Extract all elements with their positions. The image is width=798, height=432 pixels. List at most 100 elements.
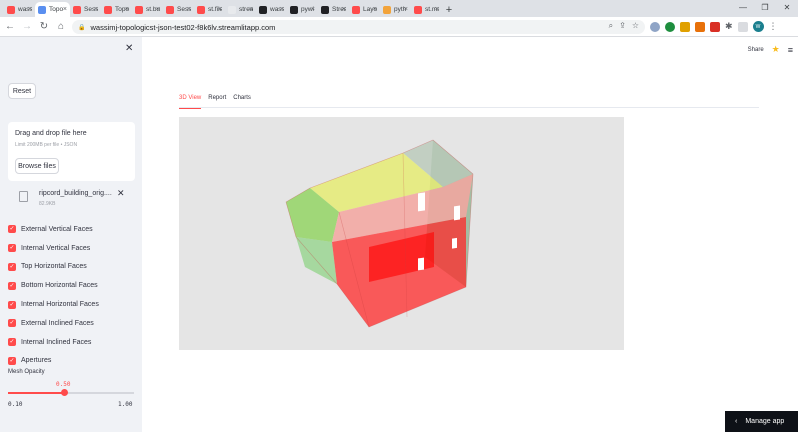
maximize-button[interactable]: ❐ bbox=[754, 0, 776, 14]
home-button[interactable]: ⌂ bbox=[54, 20, 68, 34]
browser-tab[interactable]: wass × bbox=[256, 2, 287, 17]
tab-report[interactable]: Report bbox=[208, 95, 226, 108]
uploaded-file-row: ripcord_building_orig.... 82.9KB ✕ bbox=[16, 187, 136, 209]
browser-tab[interactable]: pyth × bbox=[380, 2, 411, 17]
close-tab-icon[interactable]: × bbox=[187, 6, 191, 13]
share-icon[interactable]: ⇪ bbox=[619, 21, 626, 31]
manage-app-label: Manage app bbox=[745, 418, 785, 425]
browser-tab[interactable]: Sess × bbox=[70, 2, 101, 17]
face-checkbox[interactable]: ✓ Apertures bbox=[8, 352, 99, 371]
browser-tab[interactable]: Sess × bbox=[163, 2, 194, 17]
close-sidebar-icon[interactable]: ✕ bbox=[125, 43, 133, 54]
omnibox-actions: ⌕ ⇪ ☆ bbox=[609, 21, 639, 31]
slider-value: 0.50 bbox=[56, 381, 71, 388]
profile-avatar[interactable]: W bbox=[752, 21, 764, 32]
extension-fox-icon[interactable] bbox=[695, 21, 705, 32]
streamlit-icon bbox=[104, 5, 112, 14]
close-window-button[interactable]: ✕ bbox=[776, 0, 798, 14]
browser-tab[interactable]: Topo × bbox=[35, 2, 70, 17]
close-tab-icon[interactable]: × bbox=[63, 6, 67, 13]
browser-tab[interactable]: st.file × bbox=[194, 2, 225, 17]
browser-tab[interactable]: st.ma× bbox=[411, 2, 442, 17]
building-model bbox=[285, 139, 474, 328]
close-tab-icon[interactable]: × bbox=[156, 6, 160, 13]
page-icon bbox=[38, 5, 46, 14]
close-tab-icon[interactable]: × bbox=[373, 6, 377, 13]
browser-tab[interactable]: strea × bbox=[225, 2, 256, 17]
slider-label: Mesh Opacity bbox=[8, 369, 45, 375]
checkbox-label: External Vertical Faces bbox=[21, 225, 93, 233]
face-checkbox[interactable]: ✓ Internal Horizontal Faces bbox=[8, 295, 99, 314]
minimize-button[interactable]: — bbox=[732, 0, 754, 14]
file-size: 82.9KB bbox=[39, 201, 56, 207]
close-tab-icon[interactable]: × bbox=[404, 6, 408, 13]
browser-toolbar: ← → ↻ ⌂ 🔒 wassimj-topologicst-json-test0… bbox=[0, 17, 798, 37]
browser-tab[interactable]: Strea × bbox=[318, 2, 349, 17]
face-checkbox[interactable]: ✓ Internal Inclined Faces bbox=[8, 333, 99, 352]
chevron-left-icon: ‹ bbox=[735, 418, 738, 425]
remove-file-icon[interactable]: ✕ bbox=[117, 188, 125, 199]
face-checkbox[interactable]: ✓ External Inclined Faces bbox=[8, 314, 99, 333]
close-tab-icon[interactable]: × bbox=[94, 6, 98, 13]
manage-app-button[interactable]: ‹ Manage app bbox=[725, 411, 798, 432]
extensions-puzzle-icon[interactable]: ✱ bbox=[725, 21, 733, 32]
bookmark-star-icon[interactable]: ☆ bbox=[632, 21, 639, 31]
close-tab-icon[interactable]: × bbox=[28, 6, 32, 13]
extension-square-icon[interactable] bbox=[737, 21, 748, 32]
close-tab-icon[interactable]: × bbox=[280, 6, 284, 13]
opacity-slider[interactable] bbox=[8, 389, 134, 396]
extension-globe-icon[interactable] bbox=[650, 21, 660, 32]
checkbox-checked-icon[interactable]: ✓ bbox=[8, 244, 16, 253]
extension-pdf-icon[interactable] bbox=[710, 21, 720, 32]
close-tab-icon[interactable]: × bbox=[342, 6, 346, 13]
browser-menu-icon[interactable]: ⋮ bbox=[769, 21, 778, 32]
browser-tab[interactable]: Layo × bbox=[349, 2, 380, 17]
browser-tab[interactable]: Topo × bbox=[101, 2, 132, 17]
reset-button[interactable]: Reset bbox=[8, 83, 36, 99]
checkbox-checked-icon[interactable]: ✓ bbox=[8, 281, 16, 290]
checkbox-label: Bottom Horizontal Faces bbox=[21, 282, 98, 290]
tab-3d-view[interactable]: 3D View bbox=[179, 95, 202, 109]
close-tab-icon[interactable]: × bbox=[435, 6, 439, 13]
slider-thumb[interactable] bbox=[60, 389, 68, 396]
checkbox-label: External Inclined Faces bbox=[21, 319, 94, 327]
sidebar: ✕ Reset Drag and drop file here Limit 20… bbox=[0, 37, 142, 432]
close-tab-icon[interactable]: × bbox=[218, 6, 222, 13]
file-uploader-dropzone[interactable]: Drag and drop file here Limit 200MB per … bbox=[8, 122, 135, 181]
back-button[interactable]: ← bbox=[3, 20, 17, 34]
hamburger-menu-icon[interactable]: ≡ bbox=[788, 45, 793, 55]
checkbox-checked-icon[interactable]: ✓ bbox=[8, 262, 16, 271]
lock-icon: 🔒 bbox=[78, 24, 86, 31]
reload-button[interactable]: ↻ bbox=[37, 20, 51, 34]
browser-tab[interactable]: pywi × bbox=[287, 2, 318, 17]
new-tab-button[interactable]: + bbox=[442, 2, 456, 17]
checkbox-checked-icon[interactable]: ✓ bbox=[8, 319, 16, 328]
github-icon bbox=[290, 5, 298, 14]
checkbox-checked-icon[interactable]: ✓ bbox=[8, 225, 16, 234]
extension-bulb-icon[interactable] bbox=[680, 21, 690, 32]
face-checkbox[interactable]: ✓ Bottom Horizontal Faces bbox=[8, 276, 99, 295]
favorite-star-icon[interactable]: ★ bbox=[772, 44, 780, 55]
extension-check-icon[interactable] bbox=[665, 21, 675, 32]
face-checkbox[interactable]: ✓ Internal Vertical Faces bbox=[8, 239, 99, 258]
address-bar[interactable]: 🔒 wassimj-topologicst-json-test02-f8k6lv… bbox=[72, 20, 645, 34]
checkbox-label: Apertures bbox=[21, 357, 52, 365]
close-tab-icon[interactable]: × bbox=[125, 6, 129, 13]
browser-tab[interactable]: wass × bbox=[4, 2, 35, 17]
browser-tab[interactable]: st.bu × bbox=[132, 2, 163, 17]
face-checkbox[interactable]: ✓ External Vertical Faces bbox=[8, 220, 99, 239]
3d-viewport[interactable] bbox=[179, 117, 624, 350]
checkbox-checked-icon[interactable]: ✓ bbox=[8, 356, 16, 365]
search-icon[interactable]: ⌕ bbox=[609, 21, 613, 31]
checkbox-label: Internal Vertical Faces bbox=[21, 244, 91, 252]
face-checkbox[interactable]: ✓ Top Horizontal Faces bbox=[8, 258, 99, 277]
forward-button[interactable]: → bbox=[20, 20, 34, 34]
share-button[interactable]: Share bbox=[748, 47, 764, 53]
checkbox-checked-icon[interactable]: ✓ bbox=[8, 338, 16, 347]
browse-files-button[interactable]: Browse files bbox=[15, 158, 59, 174]
close-tab-icon[interactable]: × bbox=[249, 6, 253, 13]
checkbox-checked-icon[interactable]: ✓ bbox=[8, 300, 16, 309]
close-tab-icon[interactable]: × bbox=[311, 6, 315, 13]
tab-charts[interactable]: Charts bbox=[233, 95, 251, 108]
blank-page-icon bbox=[228, 5, 236, 14]
